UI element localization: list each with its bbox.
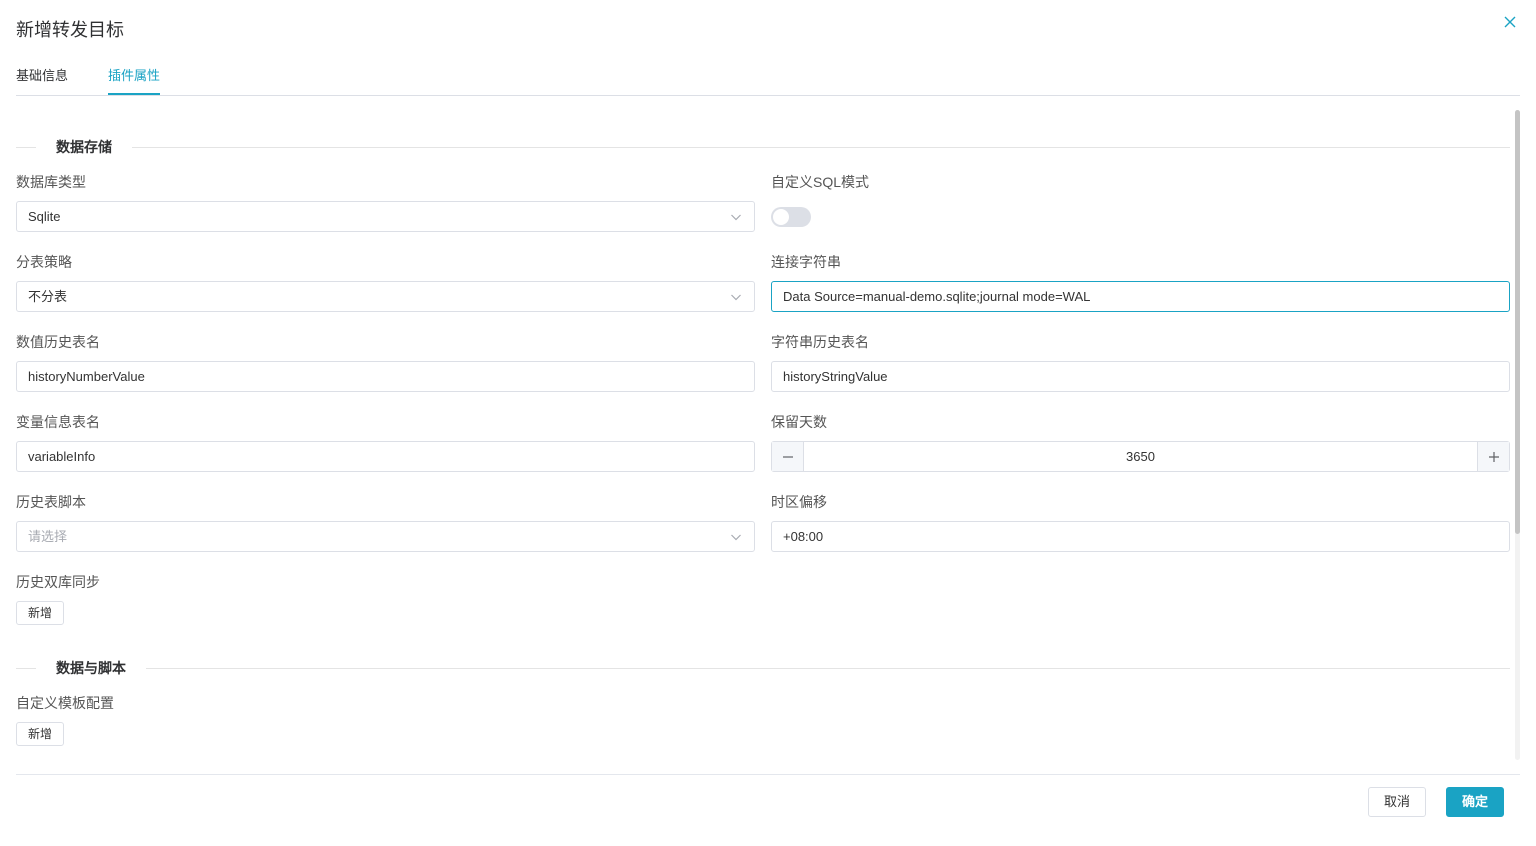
section-title: 数据与脚本: [56, 660, 126, 676]
footer-divider: [16, 774, 1520, 775]
variable-info-table-value: variableInfo: [28, 449, 96, 464]
dual-sync-add-button[interactable]: 新增: [16, 601, 64, 625]
split-strategy-select[interactable]: 不分表: [16, 281, 755, 312]
dialog-title: 新增转发目标: [16, 20, 124, 40]
minus-icon[interactable]: [772, 442, 804, 471]
string-history-table-input[interactable]: historyStringValue: [771, 361, 1510, 392]
section-divider-left: [16, 668, 36, 669]
section-data-storage: 数据存储: [16, 137, 1510, 157]
number-history-table-input[interactable]: historyNumberValue: [16, 361, 755, 392]
variable-info-table-label: 变量信息表名: [16, 414, 100, 430]
string-history-table-value: historyStringValue: [783, 369, 888, 384]
chevron-down-icon: [731, 294, 741, 301]
custom-template-label: 自定义模板配置: [16, 695, 114, 711]
string-history-table-label: 字符串历史表名: [771, 334, 869, 350]
toggle-knob: [773, 209, 789, 225]
scrollbar-thumb[interactable]: [1515, 110, 1520, 534]
retention-days-stepper[interactable]: 3650: [771, 441, 1510, 472]
timezone-offset-input[interactable]: +08:00: [771, 521, 1510, 552]
section-data-and-script: 数据与脚本: [16, 658, 1510, 678]
chevron-down-icon: [731, 534, 741, 541]
section-divider-left: [16, 147, 36, 148]
chevron-down-icon: [731, 214, 741, 221]
conn-string-label: 连接字符串: [771, 254, 841, 270]
db-type-value: Sqlite: [28, 209, 61, 224]
history-script-label: 历史表脚本: [16, 494, 86, 510]
number-history-table-label: 数值历史表名: [16, 334, 100, 350]
history-script-placeholder: 请选择: [28, 529, 68, 544]
plus-icon[interactable]: [1477, 442, 1509, 471]
conn-string-value: Data Source=manual-demo.sqlite;journal m…: [783, 289, 1091, 304]
tab-basic-info[interactable]: 基础信息: [16, 66, 68, 86]
close-icon[interactable]: [1502, 14, 1518, 30]
number-history-table-value: historyNumberValue: [28, 369, 145, 384]
section-title: 数据存储: [56, 139, 112, 155]
split-strategy-value: 不分表: [28, 289, 68, 304]
tab-plugin-properties[interactable]: 插件属性: [108, 66, 160, 86]
tab-bar: 基础信息 插件属性: [16, 66, 1520, 96]
custom-template-add-button[interactable]: 新增: [16, 722, 64, 746]
custom-sql-label: 自定义SQL模式: [771, 174, 870, 190]
timezone-offset-value: +08:00: [783, 529, 824, 544]
dialog: 新增转发目标 基础信息 插件属性 数据存储 数据库类型 Sqlite 自定义SQ…: [0, 0, 1536, 846]
dual-sync-label: 历史双库同步: [16, 574, 100, 590]
timezone-offset-label: 时区偏移: [771, 494, 827, 510]
split-strategy-label: 分表策略: [16, 254, 72, 270]
db-type-select[interactable]: Sqlite: [16, 201, 755, 232]
conn-string-input[interactable]: Data Source=manual-demo.sqlite;journal m…: [771, 281, 1510, 312]
custom-sql-toggle[interactable]: [771, 207, 811, 227]
retention-days-label: 保留天数: [771, 414, 827, 430]
retention-days-value[interactable]: 3650: [804, 442, 1477, 471]
db-type-label: 数据库类型: [16, 174, 86, 190]
cancel-button[interactable]: 取消: [1368, 787, 1426, 817]
variable-info-table-input[interactable]: variableInfo: [16, 441, 755, 472]
history-script-select[interactable]: 请选择: [16, 521, 755, 552]
active-tab-indicator: [108, 93, 160, 95]
section-divider-right: [146, 668, 1510, 669]
section-divider-right: [132, 147, 1510, 148]
confirm-button[interactable]: 确定: [1446, 787, 1504, 817]
